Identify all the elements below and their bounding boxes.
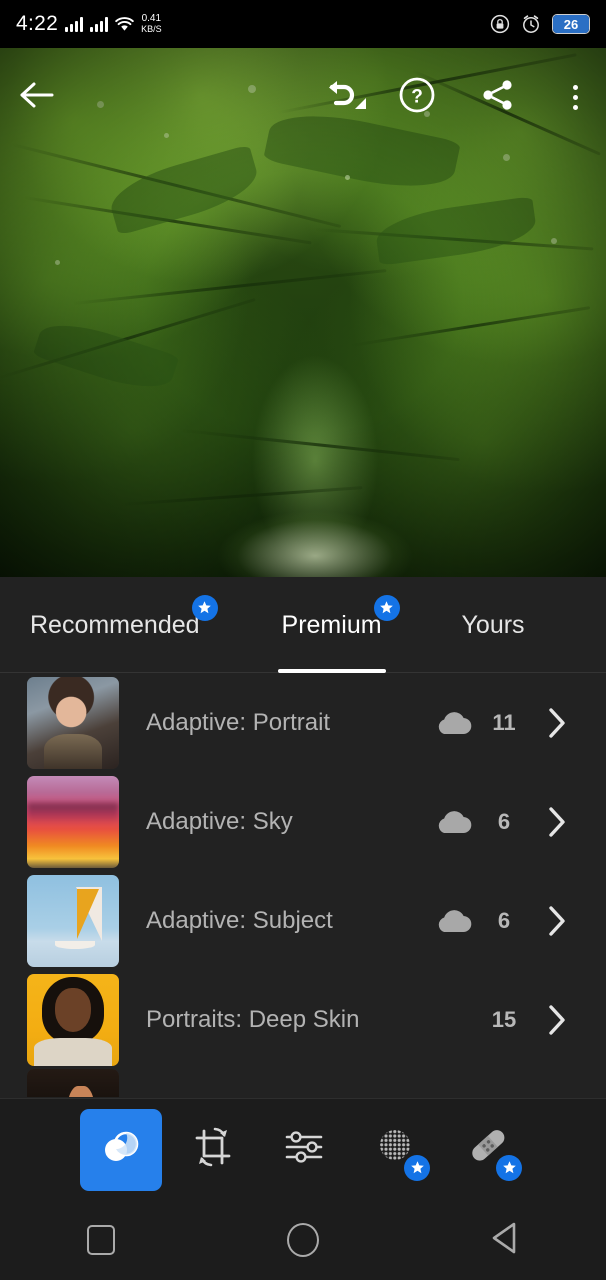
preset-count: 6: [497, 907, 511, 933]
help-button[interactable]: ?: [390, 70, 444, 124]
nav-back-button[interactable]: [460, 1210, 550, 1270]
preset-title: Adaptive: Subject: [146, 906, 333, 934]
premium-star-badge: [496, 1154, 522, 1181]
cloud-icon: [432, 708, 474, 738]
share-icon: [480, 77, 516, 118]
table-row-partial[interactable]: [0, 1069, 606, 1097]
bottom-toolbar: [0, 1098, 606, 1200]
tab-premium[interactable]: Premium: [277, 577, 400, 673]
recents-square-icon: [87, 1225, 115, 1255]
adjustments-tool-button[interactable]: [264, 1109, 346, 1191]
more-options-button[interactable]: [548, 70, 602, 124]
home-circle-icon: [287, 1223, 319, 1257]
masking-tool-button[interactable]: [356, 1109, 438, 1191]
undo-longpress-indicator: [355, 98, 366, 109]
chevron-right-icon[interactable]: [534, 904, 580, 938]
premium-star-badge: [373, 594, 400, 621]
cloud-icon: [432, 807, 474, 837]
preset-title: Adaptive: Sky: [146, 807, 293, 835]
svg-text:?: ?: [411, 86, 423, 107]
preset-title: Adaptive: Portrait: [146, 708, 331, 736]
cloud-icon: [432, 906, 474, 936]
preset-list[interactable]: Adaptive: Portrait 11 Adaptive: Sky 6 Ad…: [0, 673, 606, 1097]
chevron-right-icon[interactable]: [534, 1003, 580, 1037]
recents-button[interactable]: [56, 1210, 146, 1270]
preset-count: 6: [497, 808, 511, 834]
preset-count: 11: [492, 709, 516, 735]
tab-yours-label: Yours: [461, 610, 525, 639]
battery-indicator: 26: [552, 14, 590, 34]
tab-recommended[interactable]: Recommended: [26, 577, 218, 673]
table-row[interactable]: Portraits: Deep Skin 15: [0, 970, 606, 1069]
chevron-right-icon[interactable]: [534, 706, 580, 740]
android-nav-bar: [0, 1200, 606, 1280]
presets-icon: [98, 1124, 144, 1175]
table-row[interactable]: Adaptive: Portrait 11: [0, 673, 606, 772]
rotation-lock-icon: [490, 14, 510, 34]
crop-rotate-icon: [191, 1125, 235, 1174]
crop-tool-button[interactable]: [172, 1109, 254, 1191]
alarm-clock-icon: [521, 14, 541, 34]
presets-tool-button[interactable]: [80, 1108, 162, 1191]
presets-panel: Recommended Premium Yours Adaptive: Port…: [0, 577, 606, 1098]
table-row[interactable]: Adaptive: Sky 6: [0, 772, 606, 871]
preset-title: Portraits: Deep Skin: [146, 1005, 360, 1033]
preset-thumbnail: [27, 1069, 119, 1097]
preset-thumbnail: [27, 973, 119, 1066]
tab-premium-label: Premium: [281, 610, 382, 639]
network-speed-unit: KB/S: [141, 24, 162, 34]
table-row[interactable]: Adaptive: Subject 6: [0, 871, 606, 970]
more-vertical-icon: [572, 84, 578, 110]
status-time: 4:22: [16, 12, 59, 35]
cloud-icon-placeholder: [432, 1005, 474, 1035]
help-circle-icon: ?: [398, 76, 436, 119]
status-bar: 4:22 0.41 KB/S 26: [0, 0, 606, 48]
chevron-right-icon[interactable]: [534, 805, 580, 839]
preset-thumbnail: [27, 775, 119, 868]
presets-tabs: Recommended Premium Yours: [0, 577, 606, 673]
preset-thumbnail: [27, 676, 119, 769]
back-triangle-icon: [488, 1220, 522, 1261]
tab-underline: [277, 668, 386, 673]
signal-bars-icon: [65, 16, 84, 32]
back-button[interactable]: [10, 70, 64, 124]
tab-recommended-label: Recommended: [30, 610, 200, 639]
network-speed: 0.41 KB/S: [141, 13, 162, 35]
sliders-icon: [283, 1125, 327, 1174]
wifi-icon: [115, 16, 134, 32]
undo-button[interactable]: [313, 70, 367, 124]
status-bar-right: 26: [490, 14, 590, 34]
premium-star-badge: [191, 594, 218, 621]
share-button[interactable]: [471, 70, 525, 124]
preset-thumbnail: [27, 874, 119, 967]
undo-icon: [320, 78, 360, 117]
home-button[interactable]: [258, 1210, 348, 1270]
back-arrow-icon: [18, 80, 56, 115]
signal-bars-icon-2: [90, 16, 109, 32]
premium-star-badge: [404, 1154, 430, 1181]
battery-percent: 26: [563, 16, 579, 32]
preset-count: 15: [491, 1006, 517, 1032]
top-toolbar: ?: [0, 48, 606, 143]
network-speed-value: 0.41: [141, 13, 162, 24]
healing-tool-button[interactable]: [448, 1109, 530, 1191]
status-bar-left: 4:22 0.41 KB/S: [16, 12, 162, 36]
tab-yours[interactable]: Yours: [458, 577, 529, 673]
app-root: 4:22 0.41 KB/S 26 ? Recommended Premium …: [0, 0, 606, 1280]
